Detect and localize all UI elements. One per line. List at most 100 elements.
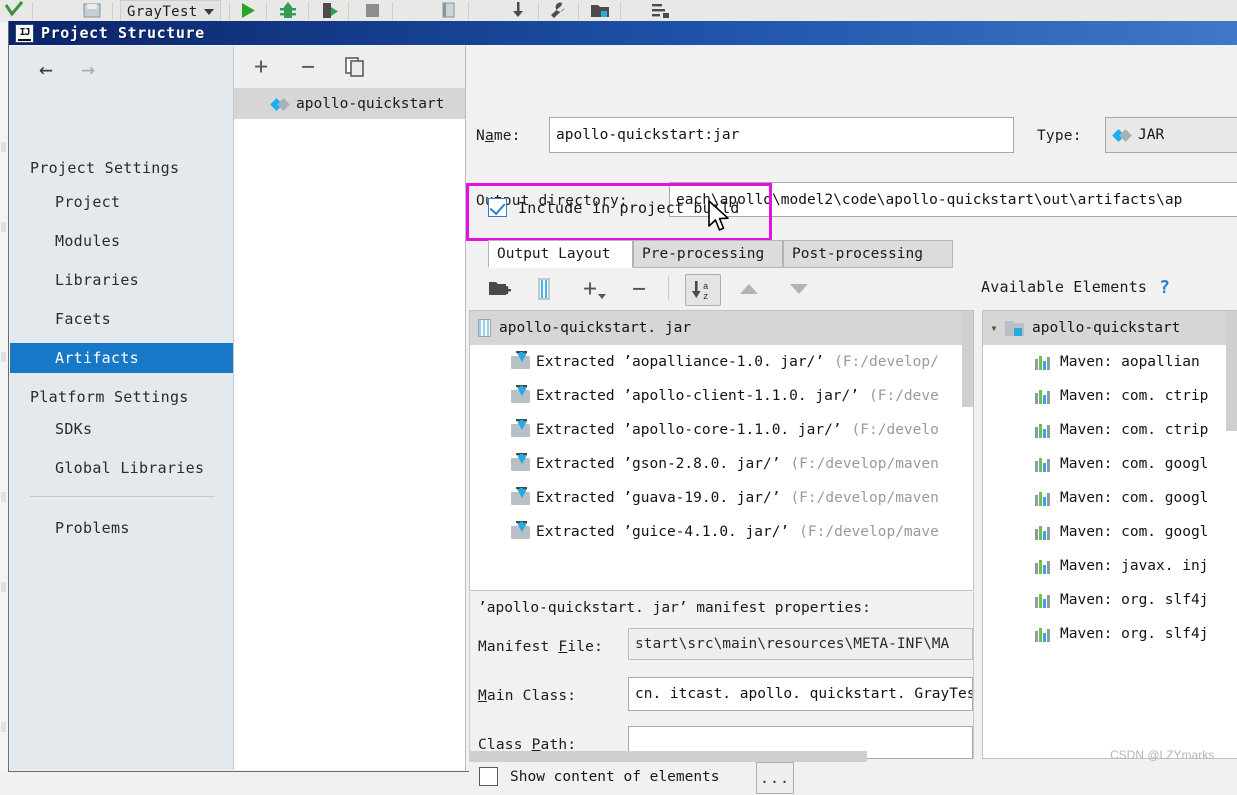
sort-alphabetically-icon[interactable]: a z	[685, 274, 721, 306]
add-directory-icon[interactable]	[485, 274, 515, 304]
maven-library-icon	[1035, 559, 1053, 574]
output-layout-scrollbar[interactable]	[962, 311, 973, 590]
add-artifact-button[interactable]: +	[246, 53, 276, 81]
tree-row-label: Extracted ’guice-4.1.0. jar/’	[536, 524, 790, 540]
save-icon[interactable]	[82, 1, 102, 20]
tab-pre-processing[interactable]: Pre-processing	[633, 240, 783, 268]
tree-row-label: Maven: javax. inj	[1060, 558, 1209, 574]
copy-artifact-icon[interactable]	[340, 53, 370, 81]
manifest-horizontal-scrollbar[interactable]	[469, 751, 867, 762]
sidebar-item-problems[interactable]: Problems	[10, 513, 233, 543]
tree-row-path: (F:/deve	[869, 388, 939, 404]
output-layout-tree[interactable]: apollo-quickstart. jar Extracted ’aopall…	[469, 310, 974, 591]
tree-row-label: Maven: com. ctrip	[1060, 388, 1209, 404]
tree-row-label: Extracted ’aopalliance-1.0. jar/’	[536, 354, 825, 370]
remove-icon[interactable]: −	[624, 274, 654, 304]
dialog-bottom-bar: Show content of elements ...	[469, 762, 1237, 795]
maven-library-icon	[1035, 627, 1053, 642]
manifest-file-input[interactable]: start\src\main\resources\META-INF\MA	[628, 628, 973, 660]
tree-row-available[interactable]: Maven: com. googl	[983, 481, 1208, 515]
sidebar-item-artifacts[interactable]: Artifacts	[10, 343, 233, 373]
module-folder-icon	[1005, 320, 1024, 336]
structure-icon[interactable]	[650, 1, 670, 20]
sidebar-item-sdks[interactable]: SDKs	[10, 414, 233, 444]
back-arrow-icon[interactable]: ←	[28, 56, 64, 84]
checkmark-icon[interactable]	[4, 1, 24, 20]
bookmark-icon[interactable]	[438, 1, 458, 20]
watermark: CSDN @LZYmarks	[1110, 748, 1215, 762]
tree-row-extracted[interactable]: Extracted ’guice-4.1.0. jar/’ (F:/develo…	[470, 515, 939, 549]
sidebar-item-modules[interactable]: Modules	[10, 226, 233, 256]
dialog-titlebar[interactable]: IJ Project Structure	[9, 21, 1237, 45]
tree-row-path: (F:/develo	[851, 422, 939, 438]
help-icon[interactable]: ?	[1159, 277, 1170, 298]
tree-row-extracted[interactable]: Extracted ’apollo-core-1.1.0. jar/’ (F:/…	[470, 413, 939, 447]
tree-row-extracted[interactable]: Extracted ’gson-2.8.0. jar/’ (F:/develop…	[470, 447, 939, 481]
remove-artifact-button[interactable]: −	[293, 53, 323, 81]
main-class-input[interactable]: cn. itcast. apollo. quickstart. GrayTes	[628, 677, 973, 711]
chevron-down-icon[interactable]	[203, 8, 214, 15]
tree-row-available[interactable]: Maven: org. slf4j	[983, 617, 1208, 651]
output-layout-scrollbar-thumb[interactable]	[962, 311, 973, 407]
intellij-logo-icon: IJ	[15, 23, 34, 43]
artifact-list-item[interactable]: apollo-quickstart	[234, 89, 465, 119]
folder-icon[interactable]	[590, 1, 610, 20]
settings-sidebar: ← → Project Settings Project Modules Lib…	[10, 46, 234, 770]
svg-text:z: z	[703, 292, 708, 301]
artifact-name-input[interactable]: apollo-quickstart:jar	[549, 117, 1014, 153]
tree-row-extracted[interactable]: Extracted ’apollo-client-1.1.0. jar/’ (F…	[470, 379, 939, 413]
stop-icon[interactable]	[362, 1, 382, 20]
download-icon[interactable]	[508, 1, 528, 20]
tree-row-path: (F:/develop/maven	[790, 490, 939, 506]
forward-arrow-icon[interactable]: →	[70, 56, 106, 84]
tree-row-available[interactable]: Maven: org. slf4j	[983, 583, 1208, 617]
artifacts-list-panel: + − apollo-quickstart	[234, 46, 466, 770]
tree-row-extracted[interactable]: Extracted ’guava-19.0. jar/’ (F:/develop…	[470, 481, 939, 515]
sidebar-item-project[interactable]: Project	[10, 187, 233, 217]
move-down-icon[interactable]	[784, 274, 814, 304]
available-elements-scrollbar[interactable]	[1226, 311, 1237, 758]
tree-row-available[interactable]: Maven: com. googl	[983, 515, 1208, 549]
show-content-row[interactable]: Show content of elements	[479, 767, 720, 786]
tab-post-processing[interactable]: Post-processing	[783, 240, 953, 268]
tree-row-available[interactable]: Maven: com. ctrip	[983, 413, 1208, 447]
svg-text:a: a	[703, 282, 709, 292]
manifest-horizontal-scrollbar-thumb[interactable]	[469, 751, 867, 762]
build-icon[interactable]	[278, 1, 298, 20]
tree-row-module-root[interactable]: ▾ apollo-quickstart	[983, 311, 1236, 345]
tree-row-available[interactable]: Maven: com. googl	[983, 447, 1208, 481]
show-content-checkbox[interactable]	[479, 767, 498, 786]
available-elements-tree[interactable]: ▾ apollo-quickstart Maven: aopallian Mav…	[982, 310, 1237, 759]
tab-output-layout[interactable]: Output Layout	[488, 240, 633, 268]
tree-row-label: Maven: com. googl	[1060, 524, 1209, 540]
chevron-down-icon[interactable]: ▾	[983, 321, 1005, 335]
rerun-icon[interactable]	[320, 1, 340, 20]
wrench-icon[interactable]	[548, 1, 568, 20]
tree-row-available[interactable]: Maven: com. ctrip	[983, 379, 1208, 413]
move-up-icon[interactable]	[734, 274, 764, 304]
extracted-archive-icon	[511, 453, 531, 472]
run-icon[interactable]	[238, 1, 258, 20]
add-archive-icon[interactable]	[531, 274, 557, 304]
tree-row-extracted[interactable]: Extracted ’aopalliance-1.0. jar/’ (F:/de…	[470, 345, 939, 379]
tree-row-root[interactable]: apollo-quickstart. jar	[470, 311, 973, 345]
tree-row-label: apollo-quickstart. jar	[499, 320, 692, 336]
more-options-button[interactable]: ...	[756, 762, 794, 794]
tree-row-available[interactable]: Maven: aopallian	[983, 345, 1200, 379]
tree-row-available[interactable]: Maven: javax. inj	[983, 549, 1208, 583]
add-icon[interactable]: +	[573, 274, 607, 304]
tree-row-label: Extracted ’apollo-core-1.1.0. jar/’	[536, 422, 842, 438]
sidebar-group-platform-settings: Platform Settings	[30, 388, 189, 406]
tree-row-label: Maven: com. ctrip	[1060, 422, 1209, 438]
sidebar-item-global-libraries[interactable]: Global Libraries	[10, 453, 233, 483]
maven-library-icon	[1035, 525, 1053, 540]
sidebar-item-libraries[interactable]: Libraries	[10, 265, 233, 295]
run-configuration-selector[interactable]: GrayTest	[120, 0, 221, 23]
output-layout-toolbar: + − a z	[469, 268, 974, 310]
run-configuration-label: GrayTest	[127, 3, 198, 20]
available-elements-scrollbar-thumb[interactable]	[1226, 311, 1237, 431]
artifact-type-dropdown[interactable]: JAR	[1105, 117, 1237, 153]
tree-row-label: Extracted ’apollo-client-1.1.0. jar/’	[536, 388, 860, 404]
sidebar-item-facets[interactable]: Facets	[10, 304, 233, 334]
mouse-cursor	[707, 200, 733, 236]
